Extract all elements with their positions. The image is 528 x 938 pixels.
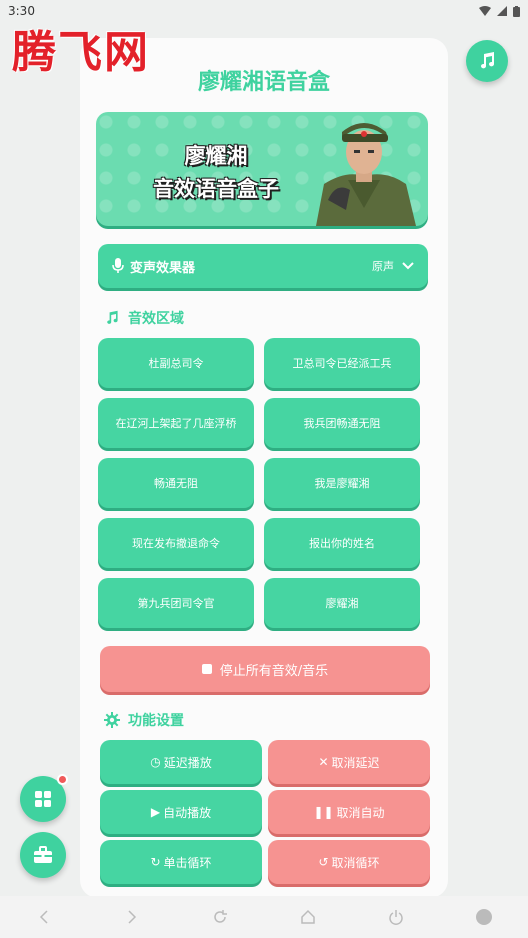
stop-all-button[interactable]: 停止所有音效/音乐 [100,646,430,692]
sound-button[interactable]: 廖耀湘 [264,578,420,628]
nav-menu-button[interactable] [472,905,496,929]
cancel-delay-label: 取消延迟 [331,755,380,770]
cancel-loop-button[interactable]: ↺ 取消循环 [268,840,430,884]
chevron-right-icon [128,910,137,924]
undo-icon: ↺ [318,855,329,869]
function-section-header: 功能设置 [104,710,184,730]
microphone-icon [112,258,124,273]
music-note-icon [107,310,118,324]
sound-button[interactable]: 在辽河上架起了几座浮桥 [98,398,254,448]
sound-button[interactable]: 现在发布撤退命令 [98,518,254,568]
auto-play-label: 自动播放 [163,805,212,820]
function-section-title: 功能设置 [128,713,184,729]
system-nav-bar [0,896,528,938]
delay-play-button[interactable]: ◷ 延迟播放 [100,740,262,784]
notification-dot [57,774,68,785]
sound-button[interactable]: 第九兵团司令官 [98,578,254,628]
single-loop-label: 单击循环 [163,855,212,870]
nav-refresh-button[interactable] [208,905,232,929]
grid-menu-button[interactable] [20,774,68,822]
cancel-auto-label: 取消自动 [336,805,385,820]
refresh-icon [214,910,227,923]
cancel-delay-button[interactable]: ✕ 取消延迟 [268,740,430,784]
sound-button[interactable]: 畅通无阻 [98,458,254,508]
nav-forward-button[interactable] [120,905,144,929]
signal-icon [497,6,507,16]
nav-power-button[interactable] [384,905,408,929]
voice-changer-dropdown[interactable]: 变声效果器 原声 [98,244,428,288]
stop-all-label: 停止所有音效/音乐 [219,663,329,679]
power-icon [389,910,403,925]
battery-icon [513,5,520,17]
nav-back-button[interactable] [32,905,56,929]
gear-icon [104,712,120,728]
sound-section-header: 音效区域 [104,308,184,328]
main-card: 廖耀湘语音盒 廖耀湘 音效语音盒子 变声效果器 原声 音效区域 杜副总司令 卫总… [80,38,448,898]
sound-button[interactable]: 卫总司令已经派工兵 [264,338,420,388]
play-icon: ▶ [150,805,161,819]
chevron-left-icon [39,910,48,924]
cancel-loop-label: 取消循环 [331,855,380,870]
status-icons [479,5,520,17]
banner-line1: 廖耀湘 [184,144,248,168]
sound-button[interactable]: 我是廖耀湘 [264,458,420,508]
redo-icon: ↻ [150,855,161,869]
banner-text: 廖耀湘 音效语音盒子 [126,140,306,206]
delay-play-label: 延迟播放 [163,755,212,770]
sound-button[interactable]: 我兵团畅通无阻 [264,398,420,448]
nav-home-button[interactable] [296,905,320,929]
music-note-icon [481,52,495,69]
single-loop-button[interactable]: ↻ 单击循环 [100,840,262,884]
sound-button[interactable]: 杜副总司令 [98,338,254,388]
voice-changer-value: 原声 [372,260,394,273]
banner: 廖耀湘 音效语音盒子 [96,112,428,226]
music-toggle-button[interactable] [466,40,508,82]
auto-play-button[interactable]: ▶ 自动播放 [100,790,262,834]
chevron-down-icon [402,262,414,270]
cancel-auto-button[interactable]: ❚❚ 取消自动 [268,790,430,834]
banner-line2: 音效语音盒子 [153,177,279,201]
character-photo [316,123,416,226]
circle-icon [476,909,492,925]
toolbox-button[interactable] [20,832,66,878]
sound-button[interactable]: 报出你的姓名 [264,518,420,568]
watermark-logo: 腾飞网 [12,27,150,78]
toolbox-icon [34,846,52,863]
close-icon: ✕ [318,755,329,769]
voice-changer-label: 变声效果器 [130,260,196,276]
stop-icon [201,664,212,674]
wifi-icon [479,6,491,16]
grid-icon [35,791,51,807]
pause-icon: ❚❚ [313,805,334,819]
clock-icon: ◷ [150,755,161,769]
sound-section-title: 音效区域 [128,311,184,327]
home-icon [301,909,315,924]
